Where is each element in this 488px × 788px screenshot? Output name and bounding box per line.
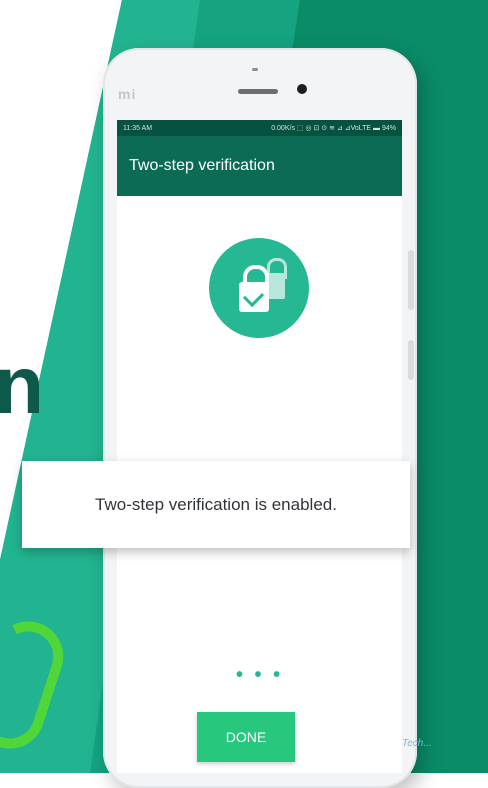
phone-sensor (252, 68, 258, 71)
progress-dots: • • • (236, 664, 284, 686)
page-title: Two-step verification (129, 157, 275, 174)
front-camera (297, 84, 307, 94)
phone-earpiece (238, 89, 278, 94)
done-button[interactable]: DONE (197, 712, 295, 762)
status-time: 11:35 AM (123, 124, 153, 132)
phone-side-button (408, 250, 414, 310)
phone-logo: mi (118, 86, 137, 102)
app-bar: Two-step verification (117, 136, 402, 196)
lock-check-icon (209, 238, 309, 338)
phone-side-button-2 (408, 340, 414, 380)
banner-message: Two-step verification is enabled. (95, 494, 337, 514)
status-bar: 11:35 AM 0.00K/s ⬚ ◎ ⊡ ⊙ ≋ ⊿ ⊿VoLTE ▬ 94… (117, 120, 402, 136)
status-indicators: 0.00K/s ⬚ ◎ ⊡ ⊙ ≋ ⊿ ⊿VoLTE ▬ 94% (271, 125, 396, 132)
enabled-banner: Two-step verification is enabled. (22, 461, 410, 548)
background-partial-letter: n (0, 340, 45, 431)
watermark: Tech... (402, 738, 432, 749)
phone-screen: 11:35 AM 0.00K/s ⬚ ◎ ⊡ ⊙ ≋ ⊿ ⊿VoLTE ▬ 94… (117, 120, 402, 773)
